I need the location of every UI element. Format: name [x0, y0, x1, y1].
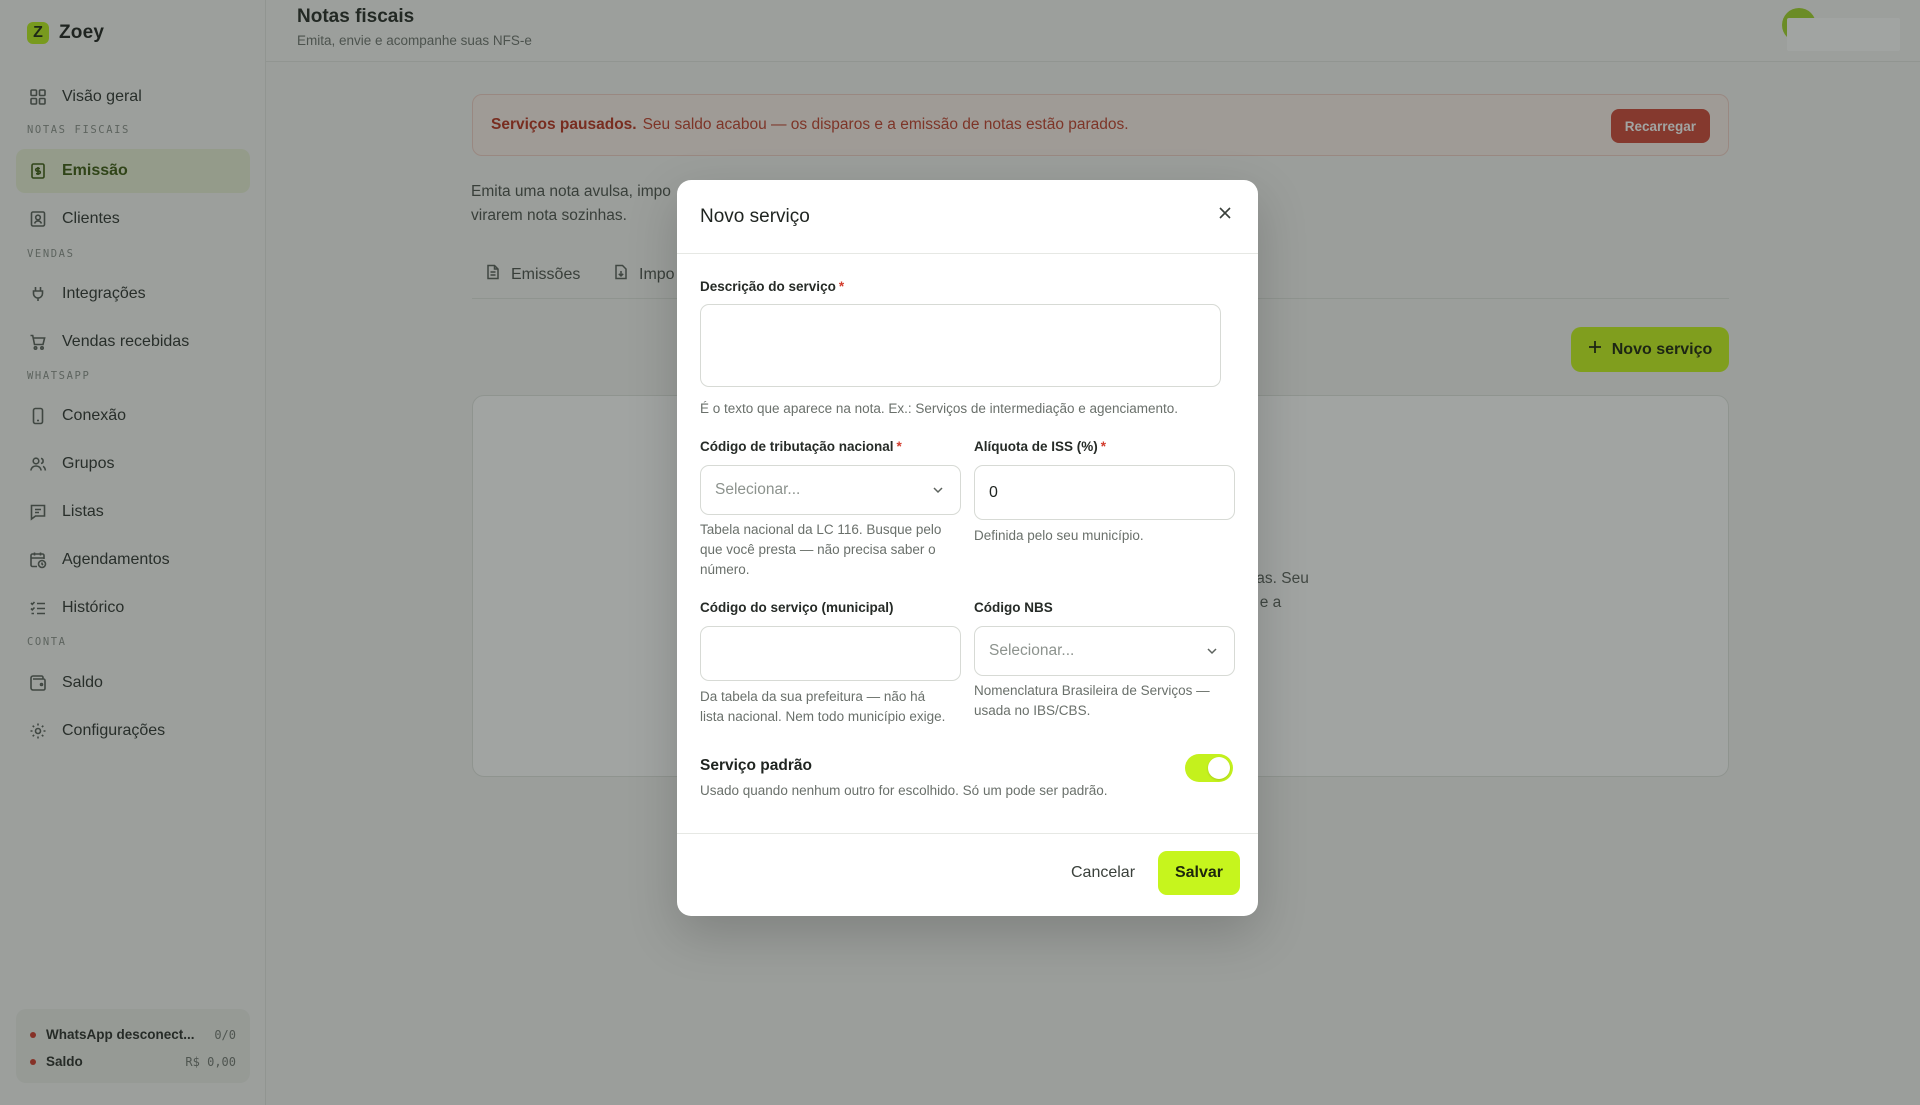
codigo-nbs-select[interactable]: Selecionar... [974, 626, 1235, 676]
new-service-modal: Novo serviço Descrição do serviço * É o t… [677, 180, 1258, 916]
help-line: Nomenclatura Brasileira de Serviços — [974, 683, 1210, 698]
servico-padrao-help: Usado quando nenhum outro for escolhido.… [700, 783, 1108, 798]
aliquota-label-text: Alíquota de ISS (%) [974, 439, 1098, 454]
required-mark: * [896, 439, 902, 454]
help-line: que você presta — não precisa saber o [700, 542, 936, 557]
codigo-tributacao-select[interactable]: Selecionar... [700, 465, 961, 515]
codigo-nbs-placeholder: Selecionar... [989, 642, 1075, 659]
help-line: Da tabela da sua prefeitura — não há [700, 689, 926, 704]
help-line: lista nacional. Nem todo município exige… [700, 709, 946, 724]
codigo-nbs-help: Nomenclatura Brasileira de Serviços — us… [974, 681, 1239, 721]
modal-footer-divider [677, 833, 1258, 834]
servico-padrao-toggle[interactable] [1185, 754, 1233, 782]
close-button[interactable] [1214, 204, 1236, 226]
codigo-servico-help: Da tabela da sua prefeitura — não há lis… [700, 687, 975, 727]
cancel-button[interactable]: Cancelar [1058, 851, 1148, 895]
help-line: número. [700, 562, 750, 577]
codigo-tributacao-label: Código de tributação nacional * [700, 439, 902, 454]
chevron-down-icon [1206, 644, 1220, 658]
codigo-servico-label: Código do serviço (municipal) [700, 600, 894, 615]
aliquota-label: Alíquota de ISS (%) * [974, 439, 1106, 454]
descricao-label: Descrição do serviço * [700, 279, 844, 294]
codigo-tributacao-placeholder: Selecionar... [715, 481, 801, 498]
servico-padrao-title: Serviço padrão [700, 757, 812, 774]
codigo-tributacao-label-text: Código de tributação nacional [700, 439, 894, 454]
required-mark: * [1100, 439, 1107, 454]
codigo-tributacao-help: Tabela nacional da LC 116. Busque pelo q… [700, 520, 961, 580]
modal-title: Novo serviço [700, 206, 810, 227]
help-line: Tabela nacional da LC 116. Busque pelo [700, 522, 942, 537]
aliquota-help: Definida pelo seu município. [974, 528, 1144, 543]
descricao-textarea[interactable] [700, 304, 1221, 387]
codigo-servico-input[interactable] [700, 626, 961, 681]
save-button[interactable]: Salvar [1158, 851, 1240, 895]
modal-divider [677, 253, 1258, 254]
help-line: usada no IBS/CBS. [974, 703, 1091, 718]
codigo-nbs-label: Código NBS [974, 600, 1053, 615]
close-icon [1218, 206, 1232, 225]
toggle-knob [1208, 757, 1230, 779]
required-mark: * [838, 279, 845, 294]
aliquota-input[interactable] [974, 465, 1235, 520]
descricao-label-text: Descrição do serviço [700, 279, 836, 294]
chevron-down-icon [932, 483, 946, 497]
descricao-help: É o texto que aparece na nota. Ex.: Serv… [700, 401, 1179, 416]
